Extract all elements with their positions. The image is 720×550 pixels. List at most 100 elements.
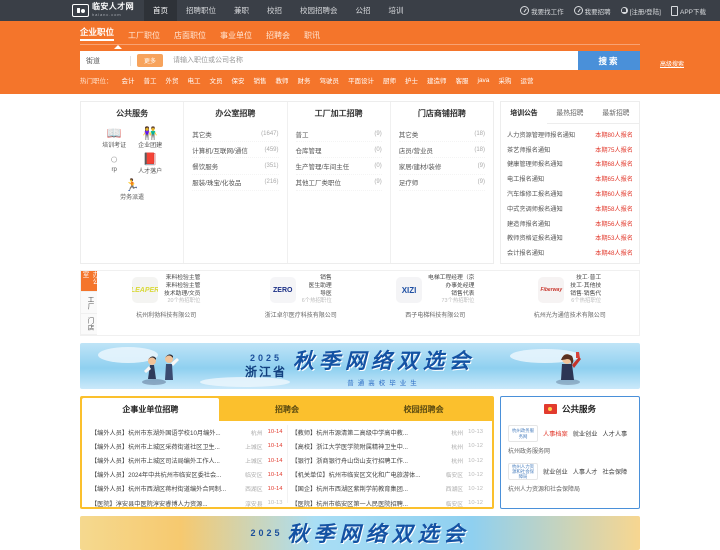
news-item[interactable]: 【编外人员】杭州市东湖外国语学校10月编外... 杭州 10-14 [91, 425, 283, 439]
list-item[interactable]: 电工报名通知 本期65人报名 [507, 171, 633, 186]
search-input[interactable] [171, 56, 572, 65]
company-card[interactable]: ZERO 销售 医生助理 导医 6个热招职位 浙江卓尔医疗科技有限公司 [234, 275, 369, 319]
list-item[interactable]: 其它类 (1647) [192, 126, 279, 143]
news-item[interactable]: 【编外人员】杭州市上城区采荷街道社区卫生... 上城区 10-14 [91, 439, 283, 453]
search-tab-institution[interactable]: 事业单位 [220, 30, 252, 41]
search-button[interactable]: 搜索 [578, 51, 640, 70]
list-item[interactable]: 会计报名通知 本期48人报名 [507, 245, 633, 260]
news-item[interactable]: 【编外人员】2024年中共杭州市临安区委社会... 临安区 10-14 [91, 468, 283, 482]
register-login-button[interactable]: [注册/登陆] [620, 6, 661, 16]
service-link[interactable]: 社会保障 [603, 467, 628, 476]
tab-newest-jobs[interactable]: 最新招聘 [593, 102, 639, 123]
list-item[interactable]: 教师资格证报名通知 本期53人报名 [507, 230, 633, 245]
news-tab-enterprise[interactable]: 企事业单位招聘 [82, 398, 219, 422]
service-item-training[interactable]: 📖 培训考证 [99, 126, 129, 149]
search-tab-factory[interactable]: 工厂职位 [128, 30, 160, 41]
news-item[interactable]: 【银行】浙商银行舟山岱山支行招聘工作... 杭州 10-12 [292, 453, 484, 467]
company-tab-office[interactable]: 办公室 [81, 271, 98, 293]
list-item[interactable]: 中式烹调师报名通知 本期58人报名 [507, 201, 633, 216]
hot-keyword-link[interactable]: 运营 [520, 75, 533, 85]
service-link[interactable]: 就业创业 [573, 429, 598, 438]
news-item[interactable]: 【高校】浙江大学医学院附属精神卫生中... 杭州 10-12 [292, 439, 484, 453]
list-item[interactable]: 人力资源管理师报名通知 本期80人报名 [507, 127, 633, 142]
nav-item-jobs[interactable]: 招聘职位 [177, 0, 225, 21]
search-tab-news[interactable]: 职讯 [304, 30, 320, 41]
service-link[interactable]: 就业创业 [543, 467, 568, 476]
list-item[interactable]: 茶艺师报名通知 本期75人报名 [507, 142, 633, 157]
nav-item-parttime[interactable]: 兼职 [225, 0, 258, 21]
nav-item-campus[interactable]: 校招 [258, 0, 291, 21]
nav-item-home[interactable]: 首页 [144, 0, 177, 21]
promo-banner[interactable]: 2025 浙江省 秋季网络双选会 普通高校毕业生 [80, 343, 640, 390]
service-item-settlement[interactable]: 📕 人才落户 [135, 152, 165, 175]
list-item[interactable]: 汽车维修工报名通知 本期60人报名 [507, 186, 633, 201]
news-tab-campus-fair[interactable]: 校园招聘会 [355, 398, 492, 421]
hot-keyword-link[interactable]: 教师 [276, 75, 289, 85]
hot-keyword-link[interactable]: 护士 [405, 75, 418, 85]
tab-training-notice[interactable]: 培训公告 [501, 102, 547, 124]
hot-keyword-link[interactable]: 电工 [188, 75, 201, 85]
company-card[interactable]: Fiberway 技工·普工 技工·其他技 销售·销售代 6个热招职位 杭州光为… [503, 275, 638, 319]
list-item[interactable]: 足疗师 (9) [398, 175, 485, 191]
company-card[interactable]: XIZI 电梯工程经理（京 办事处经理 销售代表 73个热招职位 西子电梯科技有… [368, 275, 503, 319]
hot-keyword-link[interactable]: 驾驶员 [320, 75, 340, 85]
news-item[interactable]: 【机关单位】杭州市临安区文化和广电旅游体... 临安区 10-12 [292, 468, 484, 482]
service-item-teambuilding[interactable]: 👫 企业团建 [135, 126, 165, 149]
app-download-button[interactable]: APP下载 [670, 5, 706, 16]
list-item[interactable]: 建造师报名通知 本期56人报名 [507, 216, 633, 231]
hot-keyword-link[interactable]: 保安 [232, 75, 245, 85]
list-item[interactable]: 生产管理/车间主任 (0) [295, 158, 382, 175]
news-item[interactable]: 【医院】杭州市临安区第一人民医院招聘... 临安区 10-12 [292, 496, 484, 510]
news-item[interactable]: 【编外人员】杭州市上城区司法局编外工作人... 上城区 10-14 [91, 453, 283, 467]
nav-item-public-recruit[interactable]: 公招 [347, 0, 380, 21]
list-item[interactable]: 健康管理师报名通知 本期68人报名 [507, 157, 633, 172]
news-tab-jobfair[interactable]: 招聘会 [219, 398, 356, 421]
service-link[interactable]: 人事人才 [573, 467, 598, 476]
news-item[interactable]: 【编外人员】杭州市西湖区蒋村街道编外合同制... 西湖区 10-14 [91, 482, 283, 496]
list-item[interactable]: 家居/建材/装修 (9) [398, 158, 485, 175]
news-item[interactable]: 【医院】淳安县中医院淳安睿博人力资源... 淳安县 10-13 [91, 496, 283, 510]
hot-keyword-link[interactable]: 外贸 [166, 75, 179, 85]
post-job-button[interactable]: 我要招聘 [573, 6, 611, 16]
service-item-dispatch[interactable]: 🏃 劳务派遣 [117, 178, 147, 201]
find-job-button[interactable]: 我要找工作 [520, 6, 564, 16]
list-item[interactable]: 服装/珠宝/化妆品 (216) [192, 175, 279, 191]
service-link[interactable]: 人事档案 [543, 429, 568, 438]
list-item[interactable]: 餐饮服务 (351) [192, 158, 279, 175]
advanced-search-link[interactable]: 高级搜索 [660, 59, 684, 68]
hot-keyword-link[interactable]: 建造师 [427, 75, 447, 85]
hot-keyword-link[interactable]: 会计 [122, 75, 135, 85]
list-item[interactable]: 其他工厂类职位 (9) [295, 175, 382, 191]
search-tab-jobfair[interactable]: 招聘会 [266, 30, 290, 41]
hot-keyword-link[interactable]: 厨师 [383, 75, 396, 85]
service-link[interactable]: 人才人事 [603, 429, 628, 438]
list-item[interactable]: 店员/营业员 (18) [398, 142, 485, 159]
site-logo[interactable]: 临安人才网 halanc.com [72, 3, 134, 18]
news-item[interactable]: 【国企】杭州市西湖区紫荆学前教育集团... 西湖区 10-12 [292, 482, 484, 496]
list-item[interactable]: 计算机/互联网/通信 (459) [192, 142, 279, 159]
hot-keyword-link[interactable]: 采购 [498, 75, 511, 85]
hot-keyword-link[interactable]: 销售 [254, 75, 267, 85]
hot-keyword-link[interactable]: 普工 [144, 75, 157, 85]
hot-keyword-link[interactable]: 财务 [298, 75, 311, 85]
company-card[interactable]: LEAPER 来料检验主管 来料检验主管 技术助理/文员 20个热招职位 杭州利… [99, 275, 234, 319]
list-item[interactable]: 仓库管理 (0) [295, 142, 382, 159]
nav-item-training[interactable]: 培训 [380, 0, 413, 21]
service-item-rp[interactable]: ◌ rp [99, 152, 129, 175]
promo-banner-secondary[interactable]: 2025 秋季网络双选会 [80, 516, 640, 550]
company-tab-store[interactable]: 门店 [81, 313, 97, 336]
hot-keyword-link[interactable]: 客服 [456, 75, 469, 85]
nav-item-campus-fair[interactable]: 校园招聘会 [291, 0, 347, 21]
search-tab-enterprise[interactable]: 企业职位 [80, 26, 115, 41]
more-filters-button[interactable]: 更多 [137, 54, 164, 67]
hot-keyword-link[interactable]: java [478, 77, 490, 84]
district-selector[interactable]: 街道 [86, 56, 124, 66]
news-item[interactable]: 【教师】杭州市源清第二高级中学高中教... 杭州 10-13 [292, 425, 484, 439]
list-item[interactable]: 普工 (9) [295, 126, 382, 143]
list-item[interactable]: 其它类 (18) [398, 126, 485, 143]
hot-keyword-link[interactable]: 文员 [210, 75, 223, 85]
hot-keyword-link[interactable]: 平面设计 [348, 75, 374, 85]
company-tab-factory[interactable]: 工厂 [81, 292, 97, 314]
tab-hottest-jobs[interactable]: 最热招聘 [547, 102, 593, 123]
search-tab-store[interactable]: 店面职位 [174, 30, 206, 41]
